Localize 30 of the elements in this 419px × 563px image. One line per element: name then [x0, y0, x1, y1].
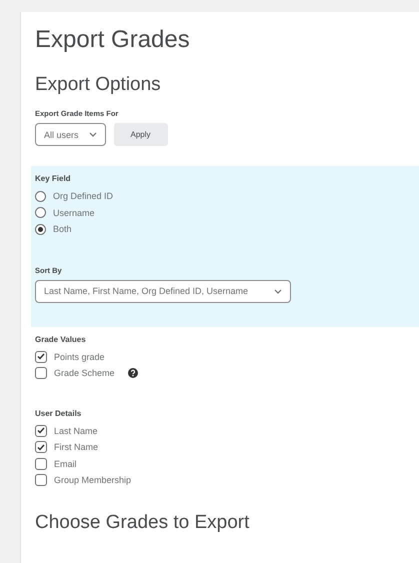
option-label: Org Defined ID	[53, 191, 114, 202]
radio-button[interactable]	[35, 190, 46, 202]
checkbox[interactable]	[35, 367, 47, 380]
option-label: Points grade	[54, 352, 105, 362]
option-label: Both	[53, 224, 72, 234]
checkbox[interactable]	[35, 350, 47, 363]
field-label: Grade Values	[35, 334, 87, 344]
field-label: Key Field	[35, 174, 72, 183]
section-heading: Export Options	[35, 74, 162, 96]
sort-dropdown[interactable]: Last Name, First Name, Org Defined ID, Username	[35, 280, 291, 302]
section-heading: Choose Grades to Export	[35, 512, 250, 534]
option-label: Last Name	[54, 426, 98, 436]
help-icon[interactable]	[128, 368, 138, 378]
chevron-down-icon	[274, 288, 282, 294]
field-label: User Details	[35, 408, 82, 418]
page-title: Export Grades	[34, 25, 191, 54]
option-label: First Name	[54, 442, 98, 452]
radio-button[interactable]	[35, 224, 46, 235]
checkbox[interactable]	[35, 474, 47, 486]
radio-button[interactable]	[35, 207, 46, 218]
option-label: Email	[54, 458, 77, 469]
apply-button[interactable]: Apply	[114, 123, 168, 146]
option-label: Grade Scheme	[54, 368, 115, 378]
checkbox[interactable]	[35, 424, 47, 437]
option-label: Username	[53, 208, 95, 218]
checkbox[interactable]	[35, 458, 47, 470]
chevron-down-icon	[88, 132, 97, 137]
option-label: Group Membership	[54, 475, 132, 486]
checkbox[interactable]	[35, 441, 47, 454]
users-dropdown[interactable]: All users	[35, 123, 106, 146]
